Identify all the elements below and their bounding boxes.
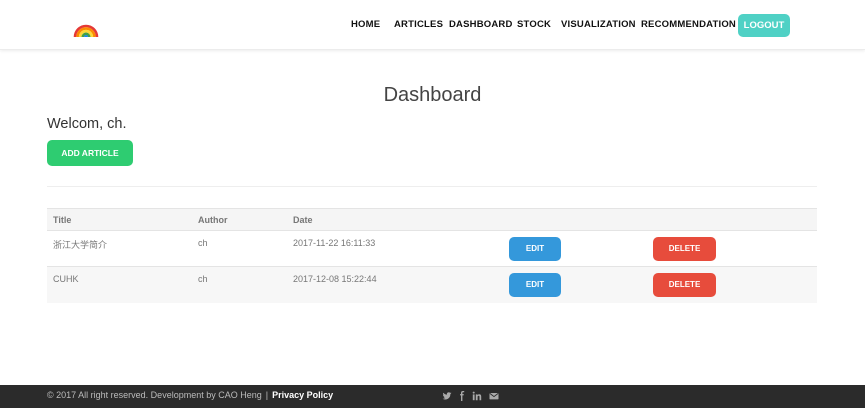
table-header: Title Author Date xyxy=(47,208,817,231)
divider xyxy=(47,186,817,187)
rainbow-logo-icon[interactable] xyxy=(73,13,99,39)
column-header-title: Title xyxy=(53,215,72,225)
envelope-icon[interactable] xyxy=(489,391,499,401)
logout-button[interactable]: LOGOUT xyxy=(738,14,790,37)
table-row: 浙江大学简介 ch 2017-11-22 16:11:33 EDIT DELET… xyxy=(47,231,817,267)
welcome-message: Welcom, ch. xyxy=(47,116,127,132)
footer: © 2017 All right reserved. Development b… xyxy=(0,385,865,408)
column-header-author: Author xyxy=(198,215,228,225)
column-header-date: Date xyxy=(293,215,313,225)
edit-button[interactable]: EDIT xyxy=(509,273,561,297)
cell-title: CUHK xyxy=(53,274,79,284)
cell-title: 浙江大学简介 xyxy=(53,240,108,250)
cell-author: ch xyxy=(198,274,208,284)
cell-date: 2017-12-08 15:22:44 xyxy=(293,274,377,284)
nav-visualization[interactable]: VISUALIZATION xyxy=(561,19,636,30)
facebook-icon[interactable] xyxy=(457,391,467,401)
delete-button[interactable]: DELETE xyxy=(653,273,716,297)
copyright-text: © 2017 All right reserved. Development b… xyxy=(47,390,262,400)
footer-text: © 2017 All right reserved. Development b… xyxy=(47,390,333,400)
add-article-button[interactable]: ADD ARTICLE xyxy=(47,140,133,166)
privacy-policy-link[interactable]: Privacy Policy xyxy=(272,390,333,400)
delete-button[interactable]: DELETE xyxy=(653,237,716,261)
articles-table: Title Author Date 浙江大学简介 ch 2017-11-22 1… xyxy=(47,208,817,303)
cell-date: 2017-11-22 16:11:33 xyxy=(293,238,376,248)
edit-button[interactable]: EDIT xyxy=(509,237,561,261)
footer-separator: | xyxy=(265,390,269,400)
cell-author: ch xyxy=(198,238,208,248)
nav-articles[interactable]: ARTICLES xyxy=(394,19,443,30)
nav-dashboard[interactable]: DASHBOARD xyxy=(449,19,513,30)
table-row: CUHK ch 2017-12-08 15:22:44 EDIT DELETE xyxy=(47,267,817,303)
page-title: Dashboard xyxy=(383,84,482,106)
nav-recommendation[interactable]: RECOMMENDATION xyxy=(641,19,736,30)
nav-stock[interactable]: STOCK xyxy=(517,19,551,30)
nav-home[interactable]: HOME xyxy=(351,19,380,30)
linkedin-icon[interactable] xyxy=(472,391,482,401)
navbar: HOME ARTICLES DASHBOARD STOCK VISUALIZAT… xyxy=(0,0,865,50)
twitter-icon[interactable] xyxy=(442,391,452,401)
